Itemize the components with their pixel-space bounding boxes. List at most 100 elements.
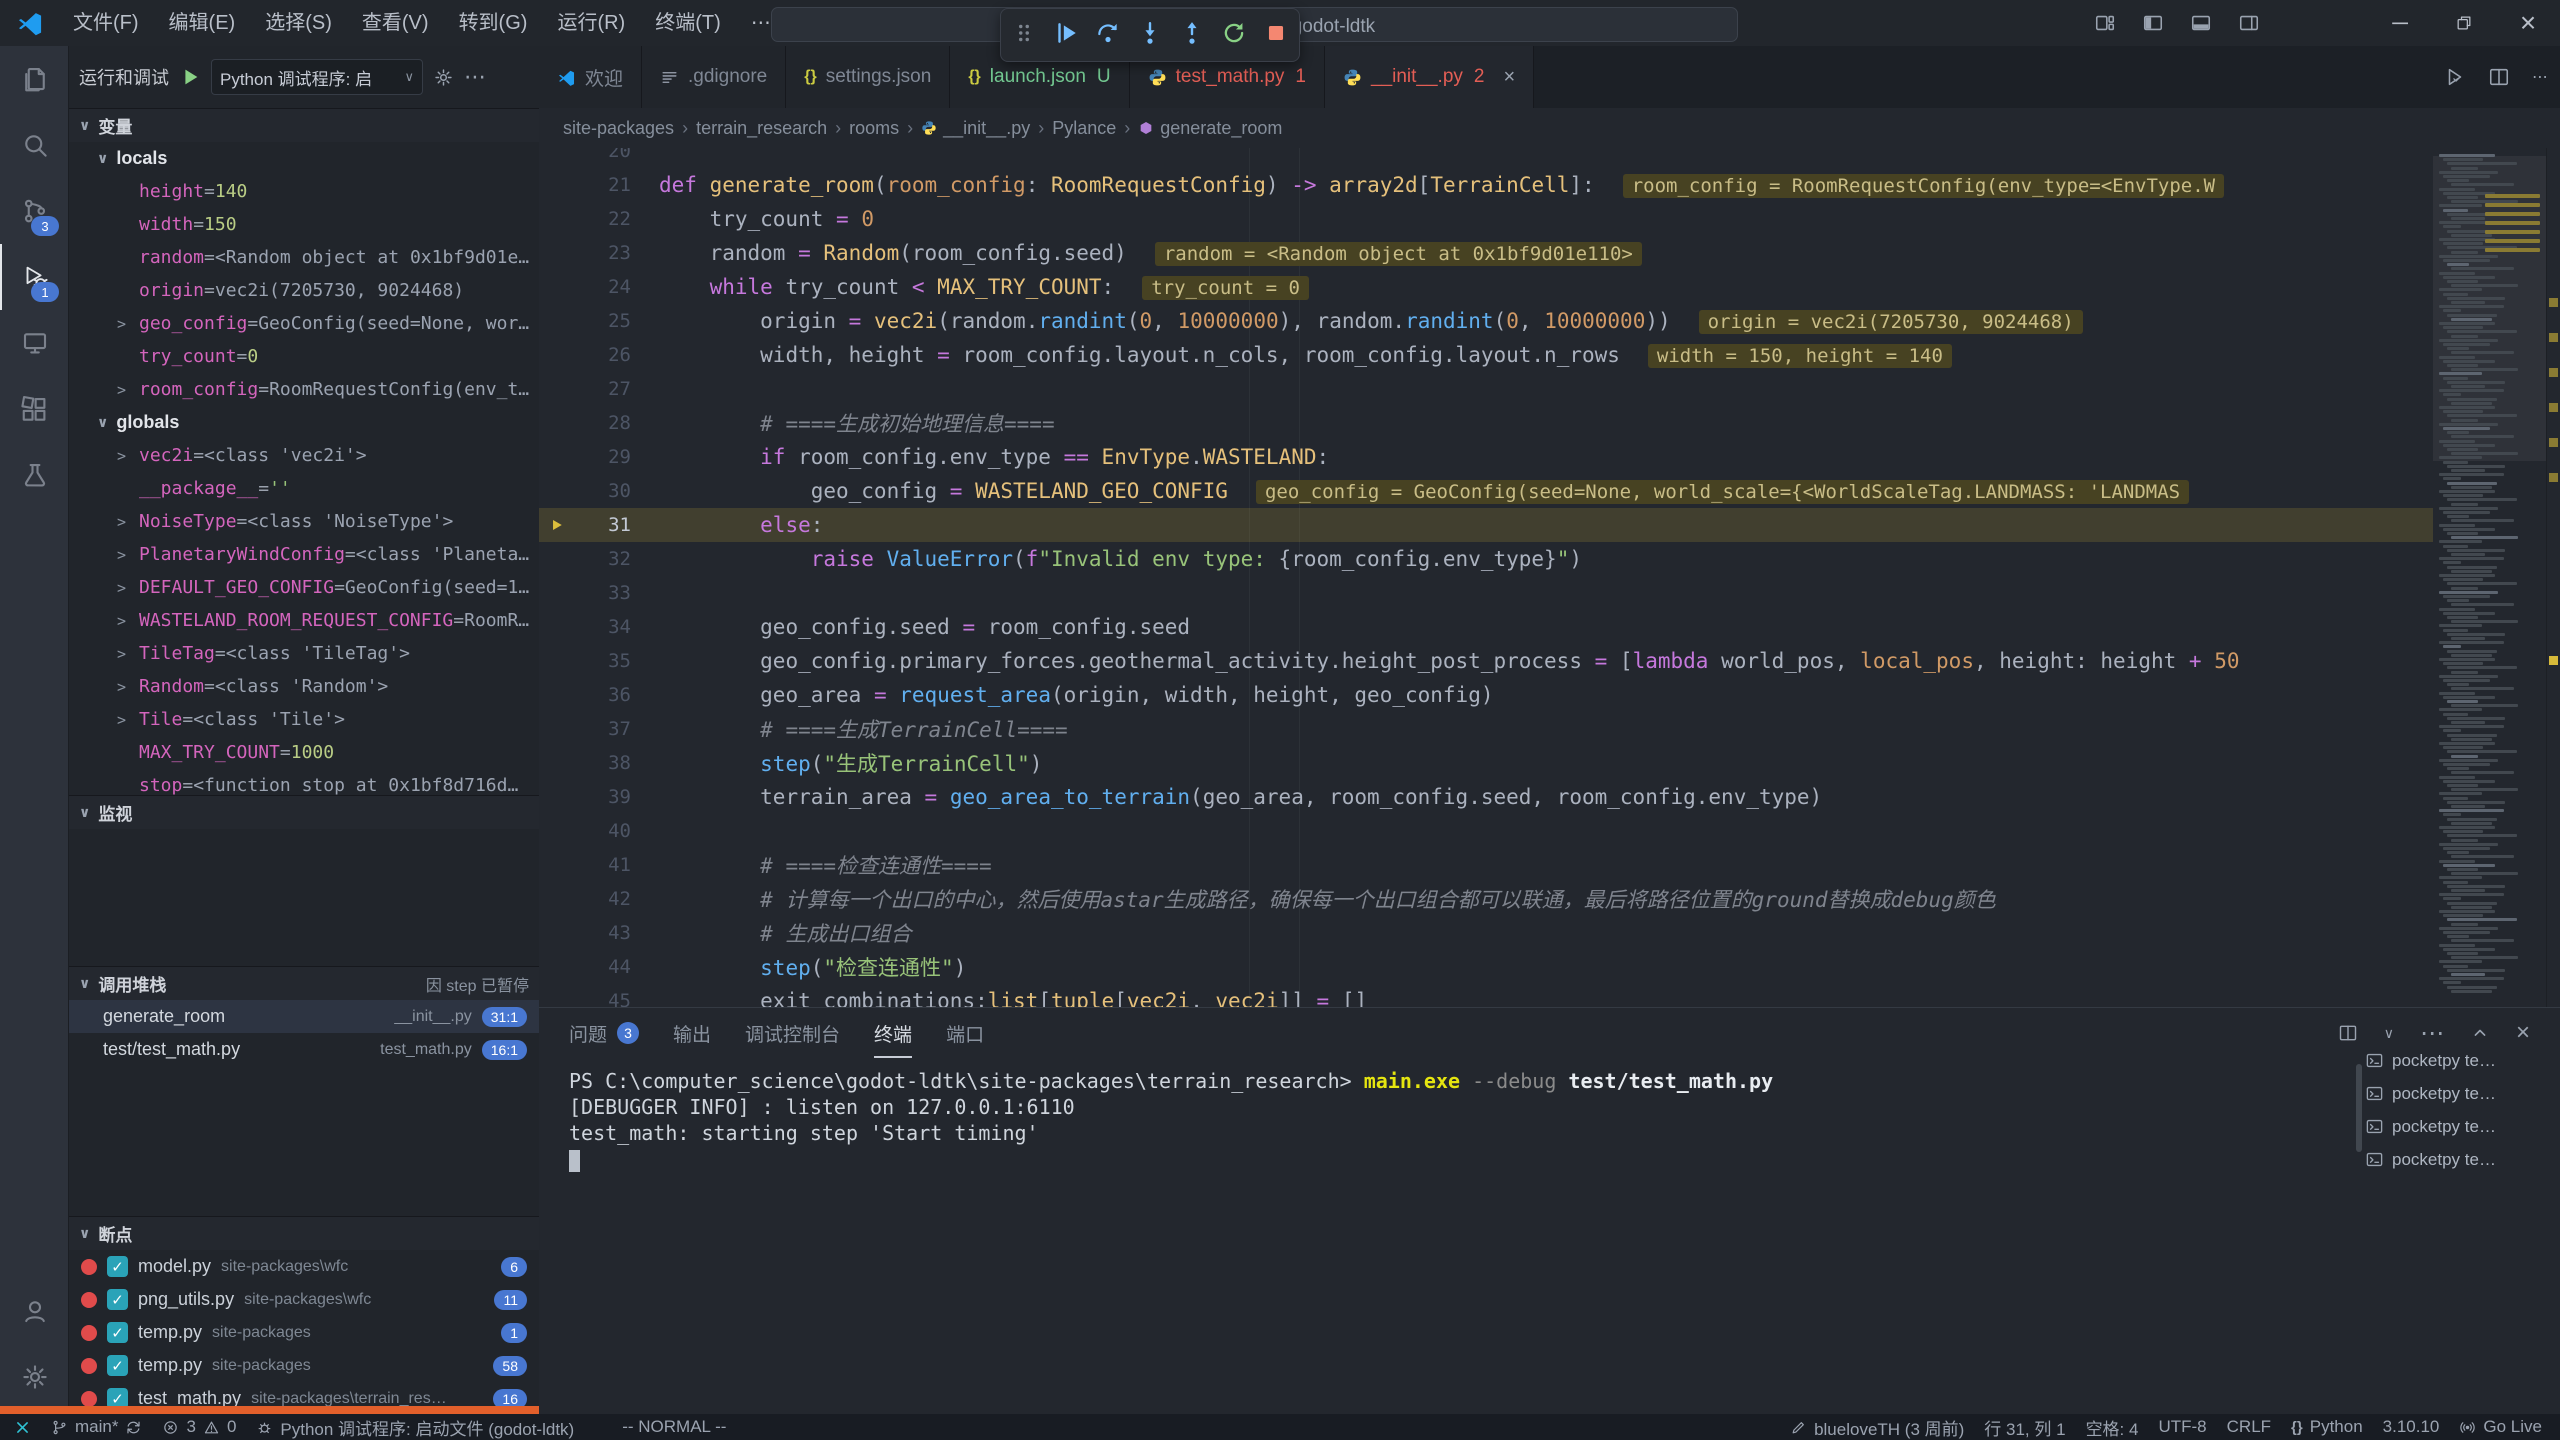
menu-go[interactable]: 转到(G) — [444, 0, 543, 46]
start-debug-icon[interactable] — [179, 66, 201, 88]
variable-row[interactable]: >Tile = <class 'Tile'> — [69, 703, 539, 736]
eol[interactable]: CRLF — [2217, 1414, 2281, 1440]
checkbox-checked-icon[interactable]: ✓ — [107, 1256, 128, 1277]
breakpoint-row[interactable]: ✓temp.pysite-packages1 — [69, 1316, 539, 1349]
close-window-icon[interactable]: × — [2496, 0, 2560, 46]
activity-explorer[interactable] — [0, 46, 69, 112]
breadcrumb-item[interactable]: rooms — [849, 118, 899, 139]
breadcrumb-item[interactable]: generate_room — [1138, 118, 1282, 139]
remote-indicator[interactable] — [4, 1414, 41, 1440]
panel-tab-ports[interactable]: 端口 — [946, 1008, 984, 1058]
close-icon[interactable]: × — [1503, 66, 1515, 89]
menu-view[interactable]: 查看(V) — [347, 0, 444, 46]
cursor-position[interactable]: 行 31, 列 1 — [1974, 1414, 2075, 1440]
variable-row[interactable]: >NoiseType = <class 'NoiseType'> — [69, 505, 539, 538]
debug-toolbar-step-into[interactable] — [1137, 20, 1163, 51]
toggle-panel-icon[interactable] — [2190, 12, 2212, 34]
problems-status[interactable]: 30 — [152, 1414, 246, 1440]
terminal-output[interactable]: PS C:\computer_science\godot-ldtk\site-p… — [569, 1068, 2340, 1409]
tab-gdignore[interactable]: .gdignore — [642, 46, 786, 108]
customize-layout-icon[interactable] — [2094, 12, 2116, 34]
breakpoint-row[interactable]: ✓png_utils.pysite-packages\wfc11 — [69, 1283, 539, 1316]
terminal-scrollbar[interactable] — [2356, 1064, 2362, 1152]
variable-row[interactable]: >Random = <class 'Random'> — [69, 670, 539, 703]
maximize-panel-icon[interactable] — [2470, 1023, 2490, 1043]
split-terminal-icon[interactable] — [2338, 1023, 2358, 1043]
variable-row[interactable]: origin = vec2i(7205730, 9024468) — [69, 274, 539, 307]
debug-toolbar-stop[interactable] — [1263, 20, 1289, 51]
tab-welcome[interactable]: 欢迎 — [539, 46, 642, 108]
terminal-instance[interactable]: pocketpy te… — [2365, 1143, 2550, 1176]
activity-testing[interactable] — [0, 442, 69, 508]
activity-run-and-debug[interactable]: 1 — [0, 244, 69, 310]
minimize-icon[interactable]: ─ — [2368, 0, 2432, 46]
vim-mode[interactable]: -- NORMAL -- — [612, 1414, 736, 1440]
panel-tab-output[interactable]: 输出 — [673, 1008, 711, 1058]
variable-row[interactable]: try_count = 0 — [69, 340, 539, 373]
breadcrumb-item[interactable]: Pylance — [1052, 118, 1116, 139]
section-call-stack[interactable]: ∨ 调用堆栈 因 step 已暂停 — [69, 966, 539, 1000]
scope-globals[interactable]: ∨globals — [69, 406, 539, 439]
activity-source-control[interactable]: 3 — [0, 178, 69, 244]
variable-row[interactable]: >DEFAULT_GEO_CONFIG = GeoConfig(seed=1… — [69, 571, 539, 604]
overview-ruler[interactable] — [2546, 148, 2560, 1007]
indentation[interactable]: 空格: 4 — [2076, 1414, 2149, 1440]
close-panel-icon[interactable]: × — [2516, 1019, 2530, 1047]
git-branch[interactable]: main* — [41, 1414, 152, 1440]
stack-frame[interactable]: test/test_math.pytest_math.py16:1 — [69, 1033, 539, 1066]
variable-row[interactable]: height = 140 — [69, 175, 539, 208]
toggle-sidebar-icon[interactable] — [2142, 12, 2164, 34]
encoding[interactable]: UTF-8 — [2148, 1414, 2216, 1440]
terminal-instance[interactable]: pocketpy te… — [2365, 1110, 2550, 1143]
go-live[interactable]: Go Live — [2449, 1414, 2552, 1440]
variable-row[interactable]: __package__ = '' — [69, 472, 539, 505]
run-more-icon[interactable]: ⋯ — [464, 64, 486, 90]
menu-file[interactable]: 文件(F) — [58, 0, 154, 46]
stack-frame[interactable]: generate_room__init__.py31:1 — [69, 1000, 539, 1033]
menu-edit[interactable]: 编辑(E) — [154, 0, 251, 46]
toggle-secondary-sidebar-icon[interactable] — [2238, 12, 2260, 34]
breadcrumb-item[interactable]: site-packages — [563, 118, 674, 139]
debug-config-dropdown[interactable]: Python 调试程序: 启 ∨ — [211, 59, 423, 95]
tab-init-py[interactable]: __init__.py2× — [1325, 46, 1534, 108]
checkbox-checked-icon[interactable]: ✓ — [107, 1355, 128, 1376]
panel-dropdown-icon[interactable]: ∨ — [2384, 1025, 2394, 1042]
menu-run[interactable]: 运行(R) — [542, 0, 640, 46]
variable-row[interactable]: >TileTag = <class 'TileTag'> — [69, 637, 539, 670]
variable-row[interactable]: width = 150 — [69, 208, 539, 241]
python-version[interactable]: 3.10.10 — [2373, 1414, 2450, 1440]
section-watch[interactable]: ∨ 监视 — [69, 795, 539, 829]
activity-settings[interactable] — [0, 1344, 69, 1410]
variable-row[interactable]: >WASTELAND_ROOM_REQUEST_CONFIG = RoomR… — [69, 604, 539, 637]
gear-icon[interactable] — [433, 67, 454, 88]
gutter-marker[interactable] — [539, 514, 579, 536]
run-python-file-icon[interactable] — [2444, 66, 2466, 88]
debug-toolbar-drag-handle[interactable] — [1011, 20, 1037, 51]
terminal-instance[interactable]: pocketpy te… — [2365, 1044, 2550, 1077]
section-variables[interactable]: ∨ 变量 — [69, 108, 539, 142]
minimap[interactable] — [2433, 148, 2547, 1007]
variable-row[interactable]: random = <Random object at 0x1bf9d01e… — [69, 241, 539, 274]
debug-toolbar-step-over[interactable] — [1095, 20, 1121, 51]
activity-account[interactable] — [0, 1278, 69, 1344]
tab-settings-json[interactable]: {}settings.json — [786, 46, 950, 108]
activity-search[interactable] — [0, 112, 69, 178]
section-breakpoints[interactable]: ∨ 断点 — [69, 1216, 539, 1250]
language-mode[interactable]: {}Python — [2281, 1414, 2373, 1440]
activity-remote-explorer[interactable] — [0, 310, 69, 376]
panel-tab-problems[interactable]: 问题3 — [569, 1008, 639, 1058]
checkbox-checked-icon[interactable]: ✓ — [107, 1322, 128, 1343]
panel-tab-debug-console[interactable]: 调试控制台 — [745, 1008, 840, 1058]
debug-toolbar-continue[interactable] — [1053, 20, 1079, 51]
menu-selection[interactable]: 选择(S) — [250, 0, 347, 46]
breakpoint-row[interactable]: ✓temp.pysite-packages58 — [69, 1349, 539, 1382]
activity-extensions[interactable] — [0, 376, 69, 442]
variable-row[interactable]: >room_config = RoomRequestConfig(env_t… — [69, 373, 539, 406]
terminal-instance[interactable]: pocketpy te… — [2365, 1077, 2550, 1110]
variable-row[interactable]: >geo_config = GeoConfig(seed=None, wor… — [69, 307, 539, 340]
variable-row[interactable]: stop = <function stop at 0x1bf8d716d… — [69, 769, 539, 795]
scope-locals[interactable]: ∨locals — [69, 142, 539, 175]
breadcrumb-item[interactable]: terrain_research — [696, 118, 827, 139]
variable-row[interactable]: MAX_TRY_COUNT = 1000 — [69, 736, 539, 769]
debug-config-status[interactable]: Python 调试程序: 启动文件 (godot-ldtk) — [246, 1414, 584, 1440]
